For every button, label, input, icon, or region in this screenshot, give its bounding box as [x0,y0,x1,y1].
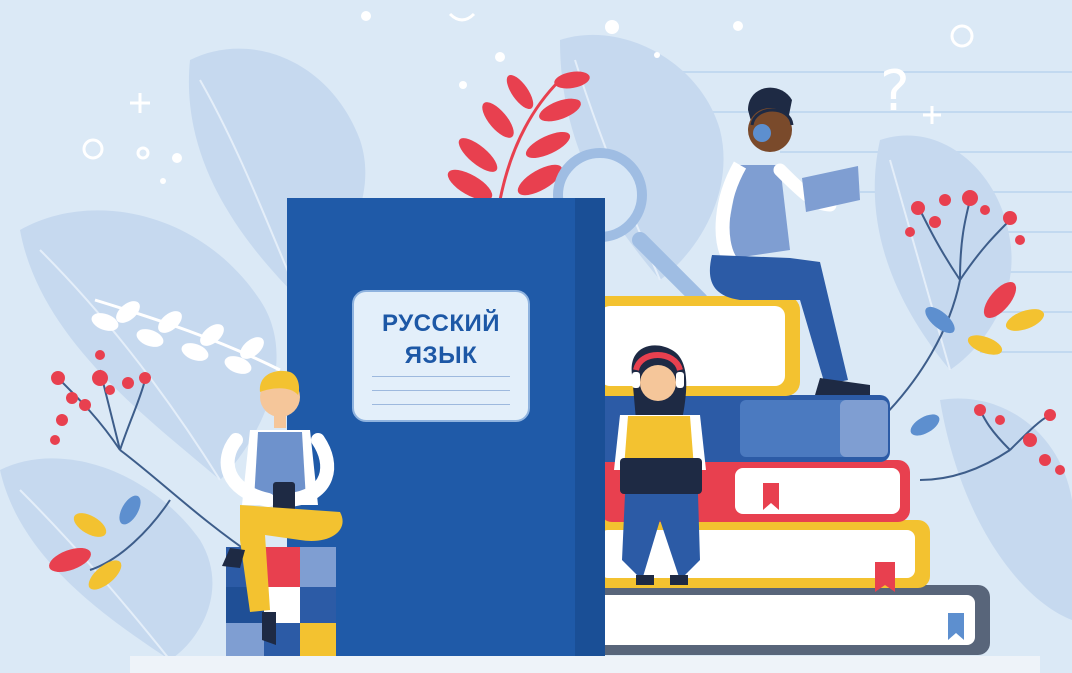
toy-blocks [226,547,336,656]
floor-strip [130,656,1040,673]
label-rule [372,390,510,391]
book-title-line2: ЯЗЫК [404,342,478,369]
book-title-line1: РУССКИЙ [382,310,500,337]
illustration-scene: ? [0,0,1072,673]
label-rule [372,376,510,377]
question-mark-icon: ? [880,59,910,124]
book-cover-label: РУССКИЙ ЯЗЫК [352,290,530,422]
label-rule [372,404,510,405]
